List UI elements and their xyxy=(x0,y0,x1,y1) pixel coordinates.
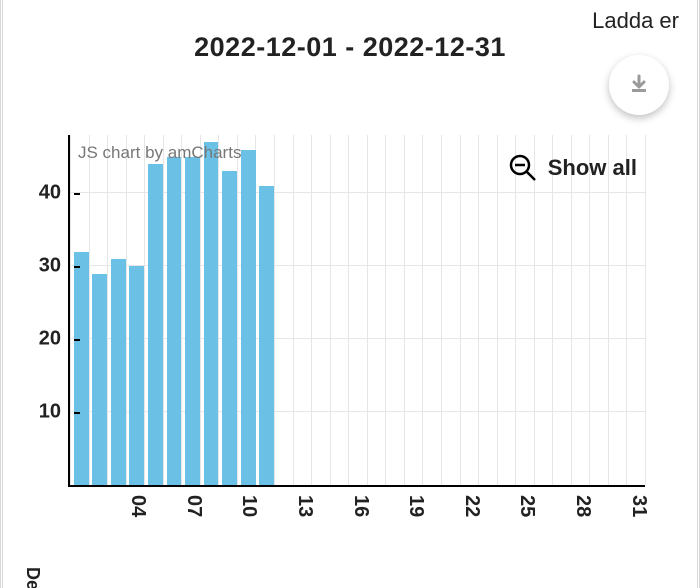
bar[interactable] xyxy=(185,157,200,485)
y-axis-label: 20 xyxy=(11,328,61,351)
x-axis-label: 13 xyxy=(293,495,316,517)
chart-credit: JS chart by amCharts xyxy=(78,143,241,163)
x-axis-label: 31 xyxy=(627,495,650,517)
x-axis-label: 07 xyxy=(182,495,205,517)
show-all-button[interactable]: Show all xyxy=(508,153,637,183)
y-axis-label: 40 xyxy=(11,182,61,205)
x-axis-label: 16 xyxy=(349,495,372,517)
bar[interactable] xyxy=(222,171,237,485)
bar[interactable] xyxy=(111,259,126,485)
app-frame: Ladda er 2022-12-01 - 2022-12-31 1020304… xyxy=(0,0,700,588)
chart: 10203040 JS chart by amCharts Show all xyxy=(58,135,643,485)
y-axis-label: 30 xyxy=(11,255,61,278)
plot-area[interactable]: JS chart by amCharts Show all xyxy=(68,135,645,487)
download-button[interactable] xyxy=(609,55,669,115)
bar[interactable] xyxy=(241,150,256,485)
bar[interactable] xyxy=(92,274,107,485)
x-axis-label: 28 xyxy=(571,495,594,517)
x-axis-label: 10 xyxy=(237,495,260,517)
zoom-out-icon xyxy=(508,153,538,183)
x-axis-label: 22 xyxy=(460,495,483,517)
bar[interactable] xyxy=(148,164,163,485)
bar[interactable] xyxy=(167,157,182,485)
page-title: 2022-12-01 - 2022-12-31 xyxy=(3,32,697,63)
x-axis-label: 19 xyxy=(404,495,427,517)
bar[interactable] xyxy=(129,266,144,485)
bar[interactable] xyxy=(74,252,89,485)
x-axis-label: 04 xyxy=(126,495,149,517)
x-axis-title-partial: De xyxy=(22,567,43,588)
show-all-label: Show all xyxy=(548,155,637,181)
download-link[interactable]: Ladda er xyxy=(592,8,679,34)
bar[interactable] xyxy=(259,186,274,485)
download-icon xyxy=(627,73,651,97)
bar[interactable] xyxy=(204,142,219,485)
y-axis-label: 10 xyxy=(11,401,61,424)
x-axis-label: 25 xyxy=(515,495,538,517)
